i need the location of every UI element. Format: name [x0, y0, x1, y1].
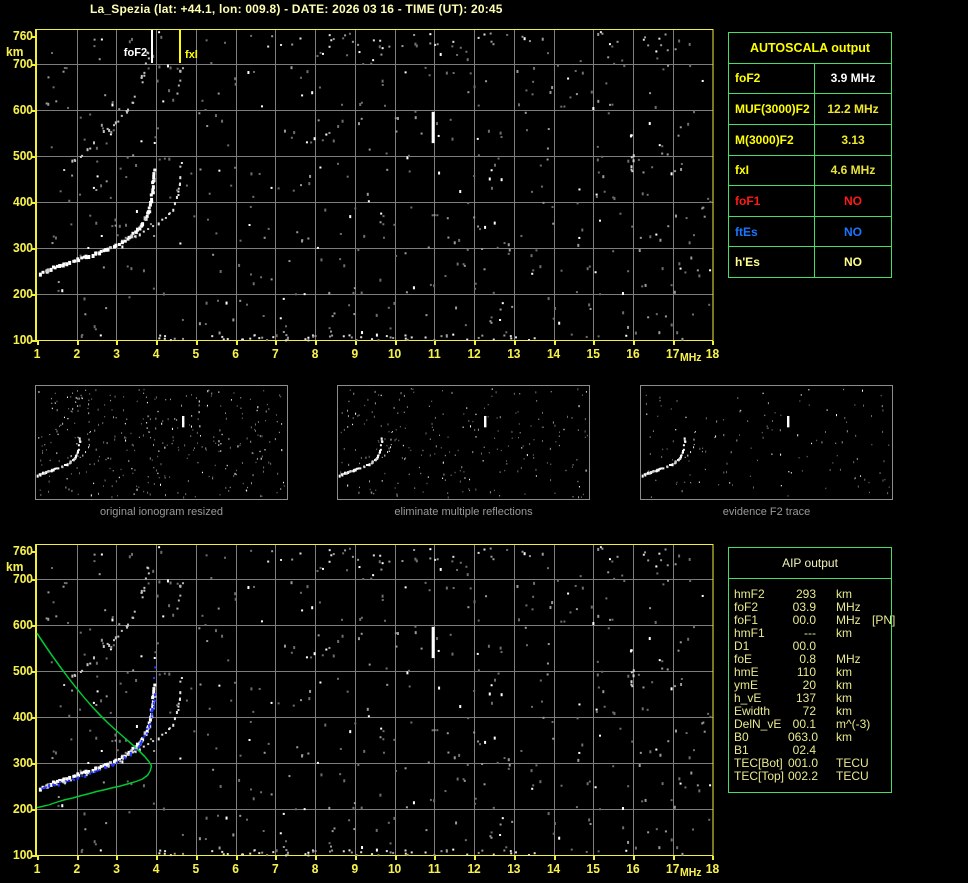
- aip-unit: km: [836, 626, 852, 640]
- autoscala-row-value: 12.2 MHz: [827, 102, 879, 117]
- thumbnail-eliminate-reflections-canvas: [337, 385, 590, 500]
- autoscala-row-label: MUF(3000)F2: [729, 94, 815, 124]
- autoscala-row-label: ftEs: [729, 216, 815, 247]
- aip-extra: [866, 627, 892, 640]
- aip-extra: [866, 770, 892, 783]
- autoscala-row-foF2: foF2 3.9 MHz: [729, 62, 891, 94]
- autoscala-row-h'Es: h'Es NO: [729, 246, 891, 277]
- autoscala-row-fxI: fxI 4.6 MHz: [729, 154, 891, 186]
- aip-extra: [866, 692, 892, 705]
- autoscala-row-label: h'Es: [729, 247, 815, 277]
- aip-param: TEC[Top]: [734, 769, 785, 783]
- aip-table-body: hmF2 293 km foF2 03.9 MHz foF1 00.0 MHz [PN] hmF1-…: [729, 579, 896, 783]
- autoscala-row-MUF(3000)F2: MUF(3000)F2 12.2 MHz: [729, 93, 891, 124]
- autoscala-row-ftEs: ftEs NO: [729, 215, 891, 247]
- aip-extra: [866, 653, 892, 666]
- thumbnail-caption-evidence-f2: evidence F2 trace: [722, 506, 811, 518]
- aip-extra: [866, 744, 892, 757]
- thumbnail-caption-original: original ionogram resized: [100, 506, 223, 518]
- aip-extra: [866, 679, 892, 692]
- thumbnail-caption-eliminate-reflections: eliminate multiple reflections: [394, 506, 533, 518]
- aip-extra: [866, 640, 892, 653]
- page-title: La_Spezia (lat: +44.1, lon: 009.8) - DAT…: [90, 2, 503, 16]
- aip-extra: [866, 731, 892, 744]
- autoscala-row-M(3000)F2: M(3000)F2 3.13: [729, 123, 891, 155]
- aip-table-header: AIP output: [729, 548, 891, 579]
- autoscala-row-value: NO: [844, 224, 862, 239]
- autoscala-table-header: AUTOSCALA output: [749, 40, 871, 55]
- aip-extra: [866, 757, 892, 770]
- thumbnail-original-ionogram-canvas: [35, 385, 288, 500]
- autoscala-output-table: AUTOSCALA output foF2 3.9 MHz MUF(3000)F2 1…: [728, 32, 892, 278]
- aip-extra: [PN]: [872, 613, 896, 627]
- aip-row-TEC[Top]: TEC[Top] 002.2 TECU: [734, 770, 891, 783]
- aip-output-table: AIP output hmF2 293 km foF2 03.9 MHz foF1 00.0 M…: [728, 547, 896, 793]
- autoscala-row-label: fxI: [729, 155, 815, 186]
- autoscala-row-value: 4.6 MHz: [830, 163, 876, 178]
- thumbnail-evidence-f2-canvas: [640, 385, 893, 500]
- aip-extra: [866, 588, 892, 601]
- aip-unit: km: [836, 730, 852, 744]
- autoscala-row-label: M(3000)F2: [729, 124, 815, 155]
- top-ionogram-canvas: [0, 18, 730, 368]
- autoscala-row-value: NO: [844, 255, 862, 270]
- aip-unit: TECU: [836, 769, 869, 783]
- aip-extra: [866, 718, 892, 731]
- autoscala-row-foF1: foF1 NO: [729, 185, 891, 216]
- bottom-ionogram-canvas: [0, 533, 730, 883]
- autoscala-row-label: foF2: [729, 63, 815, 94]
- autoscala-output-window: La_Spezia (lat: +44.1, lon: 009.8) - DAT…: [0, 0, 968, 883]
- autoscala-row-label: foF1: [729, 186, 815, 216]
- aip-extra: [866, 666, 892, 679]
- autoscala-row-value: NO: [844, 193, 862, 208]
- autoscala-row-value: 3.9 MHz: [830, 71, 876, 86]
- aip-val: 002.2: [788, 769, 819, 783]
- autoscala-row-value: 3.13: [841, 132, 865, 147]
